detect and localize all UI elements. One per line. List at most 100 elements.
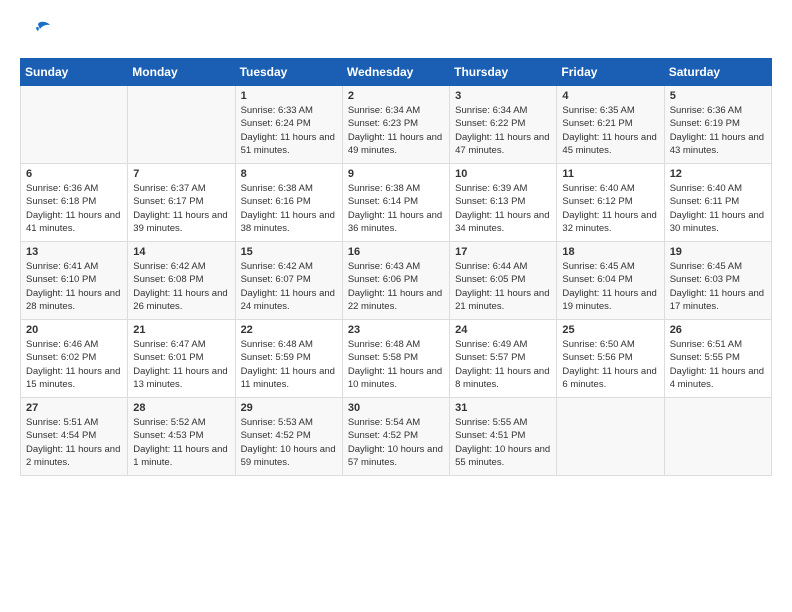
day-number: 15 — [241, 246, 337, 258]
calendar-cell — [557, 398, 664, 476]
calendar-cell: 17 Sunrise: 6:44 AM Sunset: 6:05 PM Dayli… — [450, 242, 557, 320]
cell-info: Sunrise: 6:50 AM Sunset: 5:56 PM Dayligh… — [562, 338, 658, 391]
cell-info: Sunrise: 6:48 AM Sunset: 5:58 PM Dayligh… — [348, 338, 444, 391]
cell-info: Sunrise: 6:43 AM Sunset: 6:06 PM Dayligh… — [348, 260, 444, 313]
cell-info: Sunrise: 6:45 AM Sunset: 6:03 PM Dayligh… — [670, 260, 766, 313]
cell-info: Sunrise: 6:38 AM Sunset: 6:14 PM Dayligh… — [348, 182, 444, 235]
cell-info: Sunrise: 6:35 AM Sunset: 6:21 PM Dayligh… — [562, 104, 658, 157]
calendar-week-1: 1 Sunrise: 6:33 AM Sunset: 6:24 PM Daylig… — [21, 86, 772, 164]
calendar-cell: 18 Sunrise: 6:45 AM Sunset: 6:04 PM Dayli… — [557, 242, 664, 320]
calendar-cell — [664, 398, 771, 476]
day-number: 11 — [562, 168, 658, 180]
cell-info: Sunrise: 6:48 AM Sunset: 5:59 PM Dayligh… — [241, 338, 337, 391]
day-number: 29 — [241, 402, 337, 414]
cell-info: Sunrise: 6:41 AM Sunset: 6:10 PM Dayligh… — [26, 260, 122, 313]
calendar-cell: 16 Sunrise: 6:43 AM Sunset: 6:06 PM Dayli… — [342, 242, 449, 320]
cell-info: Sunrise: 6:51 AM Sunset: 5:55 PM Dayligh… — [670, 338, 766, 391]
calendar-cell: 7 Sunrise: 6:37 AM Sunset: 6:17 PM Daylig… — [128, 164, 235, 242]
calendar-cell: 29 Sunrise: 5:53 AM Sunset: 4:52 PM Dayli… — [235, 398, 342, 476]
cell-info: Sunrise: 6:33 AM Sunset: 6:24 PM Dayligh… — [241, 104, 337, 157]
cell-info: Sunrise: 5:52 AM Sunset: 4:53 PM Dayligh… — [133, 416, 229, 469]
day-number: 19 — [670, 246, 766, 258]
calendar-cell: 30 Sunrise: 5:54 AM Sunset: 4:52 PM Dayli… — [342, 398, 449, 476]
cell-info: Sunrise: 6:42 AM Sunset: 6:08 PM Dayligh… — [133, 260, 229, 313]
cell-info: Sunrise: 6:40 AM Sunset: 6:11 PM Dayligh… — [670, 182, 766, 235]
day-number: 30 — [348, 402, 444, 414]
calendar-cell: 12 Sunrise: 6:40 AM Sunset: 6:11 PM Dayli… — [664, 164, 771, 242]
cell-info: Sunrise: 6:37 AM Sunset: 6:17 PM Dayligh… — [133, 182, 229, 235]
day-number: 24 — [455, 324, 551, 336]
cell-info: Sunrise: 6:44 AM Sunset: 6:05 PM Dayligh… — [455, 260, 551, 313]
calendar-cell: 1 Sunrise: 6:33 AM Sunset: 6:24 PM Daylig… — [235, 86, 342, 164]
day-number: 7 — [133, 168, 229, 180]
calendar-week-4: 20 Sunrise: 6:46 AM Sunset: 6:02 PM Dayli… — [21, 320, 772, 398]
day-number: 23 — [348, 324, 444, 336]
cell-info: Sunrise: 5:54 AM Sunset: 4:52 PM Dayligh… — [348, 416, 444, 469]
cell-info: Sunrise: 6:34 AM Sunset: 6:23 PM Dayligh… — [348, 104, 444, 157]
calendar-cell: 21 Sunrise: 6:47 AM Sunset: 6:01 PM Dayli… — [128, 320, 235, 398]
calendar-cell: 23 Sunrise: 6:48 AM Sunset: 5:58 PM Dayli… — [342, 320, 449, 398]
day-number: 27 — [26, 402, 122, 414]
calendar-cell — [128, 86, 235, 164]
cell-info: Sunrise: 5:51 AM Sunset: 4:54 PM Dayligh… — [26, 416, 122, 469]
day-number: 4 — [562, 90, 658, 102]
cell-info: Sunrise: 5:55 AM Sunset: 4:51 PM Dayligh… — [455, 416, 551, 469]
cell-info: Sunrise: 6:49 AM Sunset: 5:57 PM Dayligh… — [455, 338, 551, 391]
calendar-cell: 4 Sunrise: 6:35 AM Sunset: 6:21 PM Daylig… — [557, 86, 664, 164]
cell-info: Sunrise: 6:39 AM Sunset: 6:13 PM Dayligh… — [455, 182, 551, 235]
cell-info: Sunrise: 5:53 AM Sunset: 4:52 PM Dayligh… — [241, 416, 337, 469]
day-number: 18 — [562, 246, 658, 258]
cell-info: Sunrise: 6:42 AM Sunset: 6:07 PM Dayligh… — [241, 260, 337, 313]
calendar-cell: 6 Sunrise: 6:36 AM Sunset: 6:18 PM Daylig… — [21, 164, 128, 242]
calendar-week-3: 13Sunrise: 6:41 AM Sunset: 6:10 PM Dayli… — [21, 242, 772, 320]
calendar-cell: 2Sunrise: 6:34 AM Sunset: 6:23 PM Daylig… — [342, 86, 449, 164]
day-number: 22 — [241, 324, 337, 336]
cell-info: Sunrise: 6:47 AM Sunset: 6:01 PM Dayligh… — [133, 338, 229, 391]
calendar-cell: 25 Sunrise: 6:50 AM Sunset: 5:56 PM Dayli… — [557, 320, 664, 398]
calendar-cell: 31 Sunrise: 5:55 AM Sunset: 4:51 PM Dayli… — [450, 398, 557, 476]
calendar-cell — [21, 86, 128, 164]
calendar-cell: 10 Sunrise: 6:39 AM Sunset: 6:13 PM Dayli… — [450, 164, 557, 242]
header-cell-monday: Monday — [128, 59, 235, 86]
calendar-cell: 24 Sunrise: 6:49 AM Sunset: 5:57 PM Dayli… — [450, 320, 557, 398]
header-cell-wednesday: Wednesday — [342, 59, 449, 86]
header-row: SundayMondayTuesdayWednesdayThursdayFrid… — [21, 59, 772, 86]
day-number: 3 — [455, 90, 551, 102]
calendar-cell: 15 Sunrise: 6:42 AM Sunset: 6:07 PM Dayli… — [235, 242, 342, 320]
cell-info: Sunrise: 6:45 AM Sunset: 6:04 PM Dayligh… — [562, 260, 658, 313]
cell-info: Sunrise: 6:40 AM Sunset: 6:12 PM Dayligh… — [562, 182, 658, 235]
logo-bird-icon — [20, 20, 52, 42]
calendar-cell: 26 Sunrise: 6:51 AM Sunset: 5:55 PM Dayli… — [664, 320, 771, 398]
calendar-table: SundayMondayTuesdayWednesdayThursdayFrid… — [20, 58, 772, 476]
page-header — [20, 20, 772, 42]
day-number: 21 — [133, 324, 229, 336]
day-number: 20 — [26, 324, 122, 336]
day-number: 31 — [455, 402, 551, 414]
day-number: 12 — [670, 168, 766, 180]
day-number: 14 — [133, 246, 229, 258]
day-number: 1 — [241, 90, 337, 102]
day-number: 25 — [562, 324, 658, 336]
day-number: 28 — [133, 402, 229, 414]
calendar-cell: 3Sunrise: 6:34 AM Sunset: 6:22 PM Daylig… — [450, 86, 557, 164]
cell-info: Sunrise: 6:46 AM Sunset: 6:02 PM Dayligh… — [26, 338, 122, 391]
calendar-cell: 14 Sunrise: 6:42 AM Sunset: 6:08 PM Dayli… — [128, 242, 235, 320]
calendar-cell: 28 Sunrise: 5:52 AM Sunset: 4:53 PM Dayli… — [128, 398, 235, 476]
calendar-cell: 9 Sunrise: 6:38 AM Sunset: 6:14 PM Daylig… — [342, 164, 449, 242]
header-cell-friday: Friday — [557, 59, 664, 86]
day-number: 5 — [670, 90, 766, 102]
calendar-cell: 19 Sunrise: 6:45 AM Sunset: 6:03 PM Dayli… — [664, 242, 771, 320]
header-cell-tuesday: Tuesday — [235, 59, 342, 86]
day-number: 10 — [455, 168, 551, 180]
cell-info: Sunrise: 6:36 AM Sunset: 6:18 PM Dayligh… — [26, 182, 122, 235]
day-number: 6 — [26, 168, 122, 180]
day-number: 9 — [348, 168, 444, 180]
logo — [20, 20, 54, 42]
day-number: 26 — [670, 324, 766, 336]
day-number: 16 — [348, 246, 444, 258]
day-number: 8 — [241, 168, 337, 180]
cell-info: Sunrise: 6:36 AM Sunset: 6:19 PM Dayligh… — [670, 104, 766, 157]
calendar-week-2: 6 Sunrise: 6:36 AM Sunset: 6:18 PM Daylig… — [21, 164, 772, 242]
header-cell-thursday: Thursday — [450, 59, 557, 86]
day-number: 17 — [455, 246, 551, 258]
